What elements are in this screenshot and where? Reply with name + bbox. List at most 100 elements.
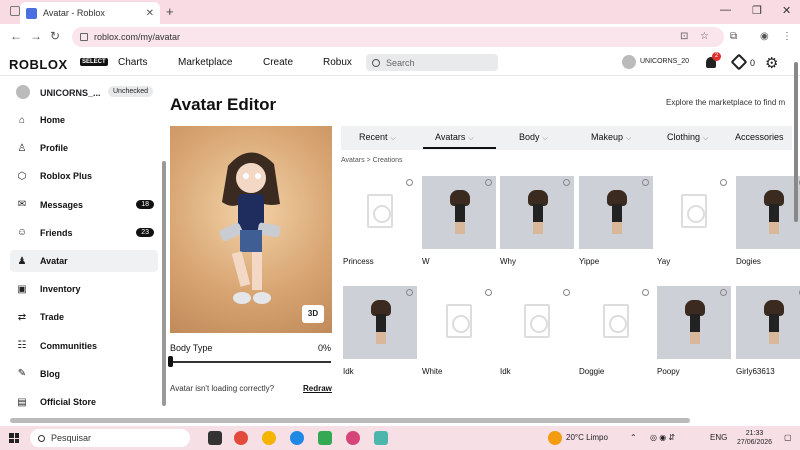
tab-search-icon[interactable] [10, 6, 20, 16]
tray-icons[interactable]: ◎ ◉ ⇵ [650, 433, 675, 442]
avatar-item-thumbnail[interactable] [657, 286, 731, 359]
edge-icon[interactable] [290, 431, 304, 445]
tab-recent[interactable]: Recent ⌵ [359, 132, 396, 143]
avatar-item-card[interactable]: White [422, 286, 496, 376]
sidebar-avatar[interactable] [16, 85, 30, 99]
sidebar-item-roblox-plus[interactable]: ⬡ Roblox Plus [10, 165, 158, 187]
avatar-item-thumbnail[interactable] [736, 286, 800, 359]
avatar-item-thumbnail[interactable] [343, 286, 417, 359]
maximize-button[interactable]: ❐ [752, 4, 762, 17]
avatar-item-thumbnail[interactable] [343, 176, 417, 249]
weather-icon[interactable] [548, 431, 562, 445]
app-icon[interactable] [374, 431, 388, 445]
browser-tab[interactable]: Avatar - Roblox ✕ [20, 2, 160, 24]
item-settings-icon[interactable] [563, 179, 570, 186]
avatar-item-card[interactable]: W [422, 176, 496, 266]
avatar-item-card[interactable]: Dogies [736, 176, 800, 266]
avatar-item-card[interactable]: Why [500, 176, 574, 266]
body-type-slider-handle[interactable] [168, 356, 173, 367]
tab-accessories[interactable]: Accessories [735, 132, 784, 142]
tray-chevron-icon[interactable]: ⌃ [630, 433, 637, 442]
avatar-preview[interactable]: 3D [170, 126, 332, 333]
avatar-item-thumbnail[interactable] [500, 176, 574, 249]
avatar-item-card[interactable]: Princess [343, 176, 417, 266]
weather-text[interactable]: 20°C Limpo [566, 433, 608, 442]
nav-username[interactable]: UNICORNS_20 [640, 58, 689, 65]
search-input[interactable]: Search [366, 54, 498, 71]
avatar-item-card[interactable]: Idk [500, 286, 574, 376]
tab-clothing[interactable]: Clothing ⌵ [667, 132, 708, 143]
windows-start-icon[interactable] [9, 433, 19, 443]
page-scrollbar[interactable] [794, 62, 798, 222]
avatar-item-card[interactable]: Girly63613 [736, 286, 800, 376]
bookmark-star-icon[interactable]: ☆ [700, 31, 709, 42]
sidebar-username[interactable]: UNICORNS_... [40, 88, 101, 98]
avatar-item-thumbnail[interactable] [736, 176, 800, 249]
clock[interactable]: 21:33 27/06/2026 [737, 429, 772, 447]
taskbar-search-input[interactable]: Pesquisar [30, 429, 190, 447]
notification-center-icon[interactable]: ▢ [784, 433, 792, 442]
chrome-profile-icon[interactable] [262, 431, 276, 445]
chrome-active-icon[interactable] [346, 431, 360, 445]
sidebar-item-messages[interactable]: ✉ Messages 18 [10, 194, 158, 216]
avatar-item-thumbnail[interactable] [500, 286, 574, 359]
avatar-item-thumbnail[interactable] [579, 286, 653, 359]
back-button[interactable]: ← [10, 29, 22, 43]
new-tab-button[interactable]: + [166, 4, 174, 19]
nav-link-charts[interactable]: Charts [118, 57, 147, 68]
tab-makeup[interactable]: Makeup ⌵ [591, 132, 631, 143]
avatar-item-card[interactable]: Idk [343, 286, 417, 376]
body-type-slider[interactable] [170, 361, 331, 363]
avatar[interactable] [622, 55, 636, 69]
tab-close-icon[interactable]: ✕ [146, 8, 154, 19]
roblox-logo[interactable]: ROBLOX [9, 57, 68, 72]
avatar-item-thumbnail[interactable] [422, 286, 496, 359]
avatar-item-thumbnail[interactable] [422, 176, 496, 249]
avatar-item-thumbnail[interactable] [657, 176, 731, 249]
close-window-button[interactable]: ✕ [782, 4, 791, 17]
site-info-icon[interactable] [80, 33, 88, 41]
sidebar-item-trade[interactable]: ⇄ Trade [10, 306, 158, 328]
minimize-button[interactable]: — [720, 4, 731, 16]
tab-body[interactable]: Body ⌵ [519, 132, 548, 143]
item-settings-icon[interactable] [720, 289, 727, 296]
item-settings-icon[interactable] [563, 289, 570, 296]
redraw-link[interactable]: Redraw [303, 384, 332, 393]
nav-link-create[interactable]: Create [263, 57, 293, 68]
avatar-item-card[interactable]: Poopy [657, 286, 731, 376]
sidebar-item-blog[interactable]: ✎ Blog [10, 363, 158, 385]
app-icon[interactable] [318, 431, 332, 445]
translate-icon[interactable]: ⊡ [680, 31, 688, 42]
nav-link-robux[interactable]: Robux [323, 57, 352, 68]
extensions-icon[interactable]: ⧉ [730, 31, 737, 42]
3d-toggle-button[interactable]: 3D [302, 305, 324, 323]
robux-icon[interactable] [730, 53, 748, 71]
sidebar-item-inventory[interactable]: ▣ Inventory [10, 278, 158, 300]
avatar-item-card[interactable]: Yay [657, 176, 731, 266]
sidebar-item-profile[interactable]: ♙ Profile [10, 137, 158, 159]
item-settings-icon[interactable] [720, 179, 727, 186]
chrome-icon[interactable] [234, 431, 248, 445]
breadcrumb[interactable]: Avatars > Creations [341, 157, 403, 164]
item-settings-icon[interactable] [406, 179, 413, 186]
item-settings-icon[interactable] [485, 289, 492, 296]
tab-avatars[interactable]: Avatars ⌵ [435, 132, 474, 143]
sidebar-item-friends[interactable]: ☺ Friends 23 [10, 222, 158, 244]
forward-button[interactable]: → [30, 29, 42, 43]
url-field[interactable]: roblox.com/my/avatar [72, 27, 724, 47]
item-settings-icon[interactable] [642, 289, 649, 296]
menu-icon[interactable]: ⋮ [782, 31, 792, 42]
avatar-item-thumbnail[interactable] [579, 176, 653, 249]
horizontal-scrollbar[interactable] [10, 418, 690, 423]
item-settings-icon[interactable] [406, 289, 413, 296]
language-indicator[interactable]: ENG [710, 433, 727, 442]
item-settings-icon[interactable] [642, 179, 649, 186]
settings-gear-icon[interactable]: ⚙ [765, 54, 778, 72]
task-view-icon[interactable] [208, 431, 222, 445]
nav-link-marketplace[interactable]: Marketplace [178, 57, 232, 68]
avatar-item-card[interactable]: Doggie [579, 286, 653, 376]
sidebar-item-communities[interactable]: ☷ Communities [10, 335, 158, 357]
item-settings-icon[interactable] [485, 179, 492, 186]
sidebar-item-avatar[interactable]: ♟ Avatar [10, 250, 158, 272]
sidebar-item-official-store[interactable]: ▤ Official Store [10, 391, 158, 413]
